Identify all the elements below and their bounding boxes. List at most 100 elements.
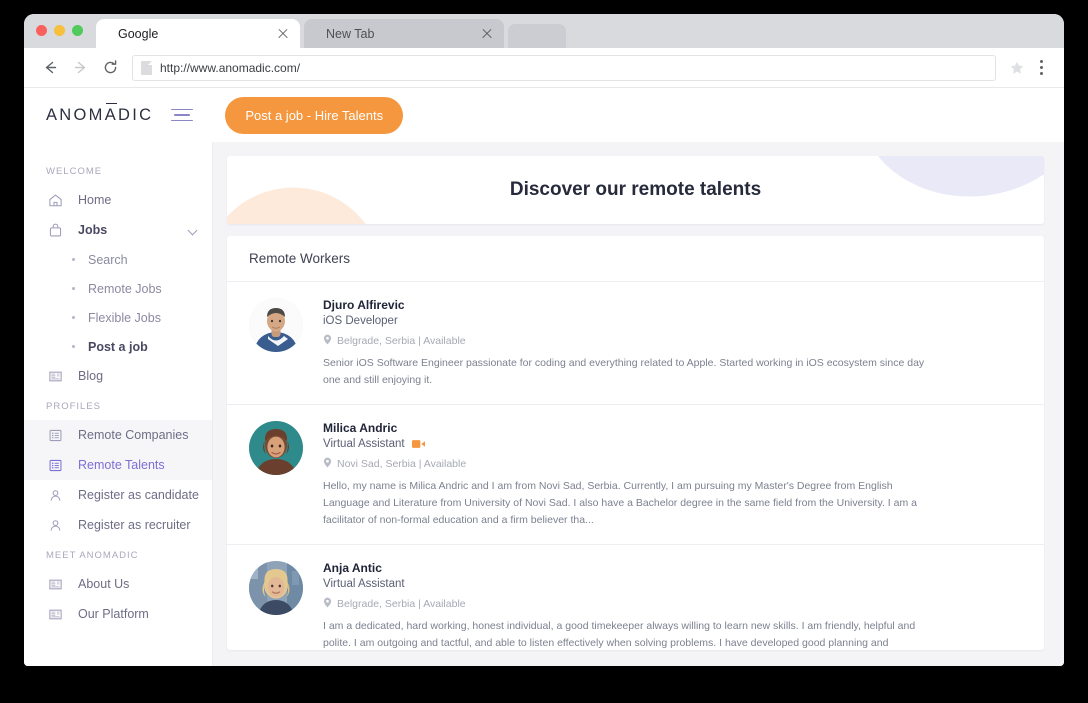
- site-body: WELCOME Home Jobs Search Remote Jobs Fle…: [24, 142, 1064, 666]
- video-camera-icon[interactable]: [411, 439, 425, 449]
- sidebar-section-title-welcome: WELCOME: [46, 166, 103, 177]
- worker-location-row: Belgrade, Serbia | Available: [323, 334, 1022, 348]
- close-icon[interactable]: [480, 27, 494, 41]
- briefcase-icon: [46, 223, 64, 238]
- three-dot-menu-icon[interactable]: [1030, 55, 1052, 81]
- sidebar-item-register-as-candidate[interactable]: Register as candidate: [24, 480, 212, 510]
- sidebar-item-label: Blog: [78, 369, 104, 383]
- sidebar-item-label: Home: [78, 193, 112, 207]
- worker-location-row: Novi Sad, Serbia | Available: [323, 457, 1022, 471]
- sidebar-item-remote-companies[interactable]: Remote Companies: [24, 420, 212, 450]
- bullet-icon: [72, 316, 75, 319]
- worker-location-row: Belgrade, Serbia | Available: [323, 597, 1022, 611]
- worker-list-item[interactable]: Milica Andric Virtual Assistant Novi Sad…: [227, 405, 1044, 545]
- sidebar-item-label: Remote Companies: [78, 428, 189, 442]
- new-tab-button[interactable]: [508, 24, 566, 48]
- tab-label: New Tab: [326, 26, 375, 41]
- worker-role-row: Virtual Assistant: [323, 578, 1022, 590]
- hero-decoration-orange: [227, 175, 383, 224]
- location-pin-icon: [323, 457, 332, 471]
- site-header: ANOMADIC Post a job - Hire Talents: [24, 88, 1064, 142]
- hamburger-menu-icon[interactable]: [171, 108, 194, 122]
- sidebar-item-about-us[interactable]: About Us: [24, 569, 212, 599]
- page-title: Discover our remote talents: [509, 179, 762, 200]
- list-icon: [46, 458, 64, 473]
- avatar[interactable]: [249, 298, 303, 352]
- worker-bio: Senior iOS Software Engineer passionate …: [323, 357, 925, 386]
- worker-location: Belgrade, Serbia | Available: [337, 598, 466, 610]
- main-content: Discover our remote talents Remote Worke…: [213, 142, 1064, 666]
- browser-tab-google[interactable]: Google: [96, 19, 300, 48]
- worker-role-row: iOS Developer: [323, 315, 1022, 327]
- worker-location: Novi Sad, Serbia | Available: [337, 458, 467, 470]
- minimize-window-button[interactable]: [54, 25, 65, 36]
- post-a-job-button[interactable]: Post a job - Hire Talents: [225, 96, 404, 134]
- sidebar-item-label: Search: [88, 252, 128, 267]
- logo-text-post: DIC: [118, 105, 154, 124]
- sidebar-item-label: Flexible Jobs: [88, 310, 161, 325]
- sidebar-item-label: About Us: [78, 577, 130, 591]
- worker-location: Belgrade, Serbia | Available: [337, 335, 466, 347]
- sidebar-item-home[interactable]: Home: [24, 185, 212, 215]
- arrow-right-icon[interactable]: [66, 54, 94, 82]
- location-pin-icon: [323, 597, 332, 611]
- worker-info: Djuro Alfirevic iOS Developer Belgrade, …: [323, 298, 1022, 389]
- remote-workers-card: Remote Workers Djuro Alfirevic iOS Devel…: [227, 236, 1044, 650]
- arrow-left-icon[interactable]: [36, 54, 64, 82]
- address-bar[interactable]: http://www.anomadic.com/: [132, 54, 996, 81]
- blog-icon: [46, 577, 64, 592]
- chevron-down-icon[interactable]: [187, 225, 198, 236]
- worker-list-item[interactable]: Anja Antic Virtual Assistant Belgrade, S…: [227, 545, 1044, 650]
- browser-window: Google New Tab http://www.anomadic.com/ …: [24, 14, 1064, 666]
- location-pin-icon: [323, 334, 332, 348]
- sidebar-item-our-platform[interactable]: Our Platform: [24, 599, 212, 629]
- worker-list-item[interactable]: Djuro Alfirevic iOS Developer Belgrade, …: [227, 282, 1044, 405]
- tab-label: Google: [118, 26, 159, 41]
- sidebar-item-post-a-job[interactable]: Post a job: [24, 332, 212, 361]
- reload-icon[interactable]: [96, 54, 124, 82]
- sidebar-item-label: Post a job: [88, 339, 148, 354]
- sidebar-item-label: Remote Talents: [78, 458, 165, 472]
- sidebar-item-label: Register as recruiter: [78, 518, 191, 532]
- logo-text-pre: ANOM: [46, 105, 105, 124]
- avatar[interactable]: [249, 561, 303, 615]
- bullet-icon: [72, 258, 75, 261]
- close-window-button[interactable]: [36, 25, 47, 36]
- sidebar-item-remote-talents[interactable]: Remote Talents: [24, 450, 212, 480]
- sidebar: WELCOME Home Jobs Search Remote Jobs Fle…: [24, 142, 213, 666]
- bullet-icon: [72, 345, 75, 348]
- worker-role: Virtual Assistant: [323, 438, 405, 450]
- sidebar-item-remote-jobs[interactable]: Remote Jobs: [24, 274, 212, 303]
- window-traffic-lights: [36, 25, 83, 36]
- worker-role: iOS Developer: [323, 315, 398, 327]
- sidebar-item-search[interactable]: Search: [24, 245, 212, 274]
- page-document-icon: [141, 60, 152, 75]
- worker-name: Djuro Alfirevic: [323, 298, 405, 312]
- sidebar-item-flexible-jobs[interactable]: Flexible Jobs: [24, 303, 212, 332]
- website-viewport: ANOMADIC Post a job - Hire Talents WELCO…: [24, 88, 1064, 666]
- sidebar-item-label: Jobs: [78, 223, 108, 237]
- sidebar-item-label: Remote Jobs: [88, 281, 162, 296]
- close-icon[interactable]: [276, 27, 290, 41]
- sidebar-item-jobs[interactable]: Jobs: [24, 215, 212, 245]
- maximize-window-button[interactable]: [72, 25, 83, 36]
- logo-text-macron: A: [104, 102, 119, 124]
- user-icon: [46, 518, 64, 533]
- browser-tab-new-tab[interactable]: New Tab: [304, 19, 504, 48]
- brand-logo[interactable]: ANOMADIC: [46, 102, 154, 125]
- blog-icon: [46, 607, 64, 622]
- avatar[interactable]: [249, 421, 303, 475]
- address-bar-url: http://www.anomadic.com/: [160, 60, 301, 75]
- sidebar-item-blog[interactable]: Blog: [24, 361, 212, 391]
- browser-toolbar: http://www.anomadic.com/: [24, 48, 1064, 88]
- home-icon: [46, 193, 64, 208]
- sidebar-item-register-as-recruiter[interactable]: Register as recruiter: [24, 510, 212, 540]
- list-section-title: Remote Workers: [227, 236, 1044, 282]
- hero-banner: Discover our remote talents: [227, 156, 1044, 224]
- bullet-icon: [72, 287, 75, 290]
- worker-bio: I am a dedicated, hard working, honest i…: [323, 620, 916, 649]
- browser-tab-strip: Google New Tab: [24, 14, 1064, 48]
- star-icon[interactable]: [1006, 57, 1028, 79]
- hero-decoration-purple: [859, 156, 1044, 208]
- worker-name: Milica Andric: [323, 421, 398, 435]
